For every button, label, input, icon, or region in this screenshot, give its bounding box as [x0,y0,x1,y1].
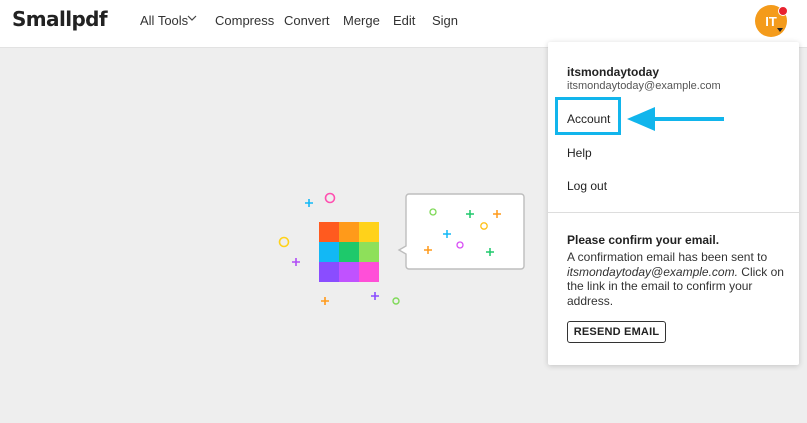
arrow-left-icon [627,107,724,131]
dropdown-email: itsmondaytoday@example.com [567,80,721,92]
confirm-email-title: Please confirm your email. [567,233,720,247]
nav-sign[interactable]: Sign [432,13,458,28]
speech-bubble [397,193,525,270]
menu-item-help[interactable]: Help [567,146,592,160]
dropdown-username: itsmondaytoday [567,65,660,79]
confirm-body-prefix: A confirmation email has been sent to [567,250,768,264]
nav-compress[interactable]: Compress [215,13,274,28]
top-navigation-bar: Smallpdf All Tools Compress Convert Merg… [0,0,807,48]
resend-email-button[interactable]: RESEND EMAIL [567,321,666,343]
confirm-body-email: itsmondaytoday@example.com. [567,264,738,279]
avatar-initials: IT [765,13,777,29]
nav-edit[interactable]: Edit [393,13,415,28]
notification-dot-icon [778,6,788,16]
empty-state-illustration [278,192,525,305]
nav-convert[interactable]: Convert [284,13,330,28]
nav-all-tools[interactable]: All Tools [140,13,188,28]
caret-down-icon[interactable] [777,28,783,32]
chevron-down-icon[interactable] [187,14,197,22]
menu-item-logout[interactable]: Log out [567,179,607,193]
smallpdf-logo[interactable]: Smallpdf [12,7,108,31]
color-grid [319,222,379,282]
account-dropdown: itsmondaytoday itsmondaytoday@example.co… [548,42,799,365]
nav-merge[interactable]: Merge [343,13,380,28]
menu-item-account[interactable]: Account [567,112,610,126]
dropdown-divider [548,212,799,213]
confirm-email-message: A confirmation email has been sent to it… [567,250,787,308]
